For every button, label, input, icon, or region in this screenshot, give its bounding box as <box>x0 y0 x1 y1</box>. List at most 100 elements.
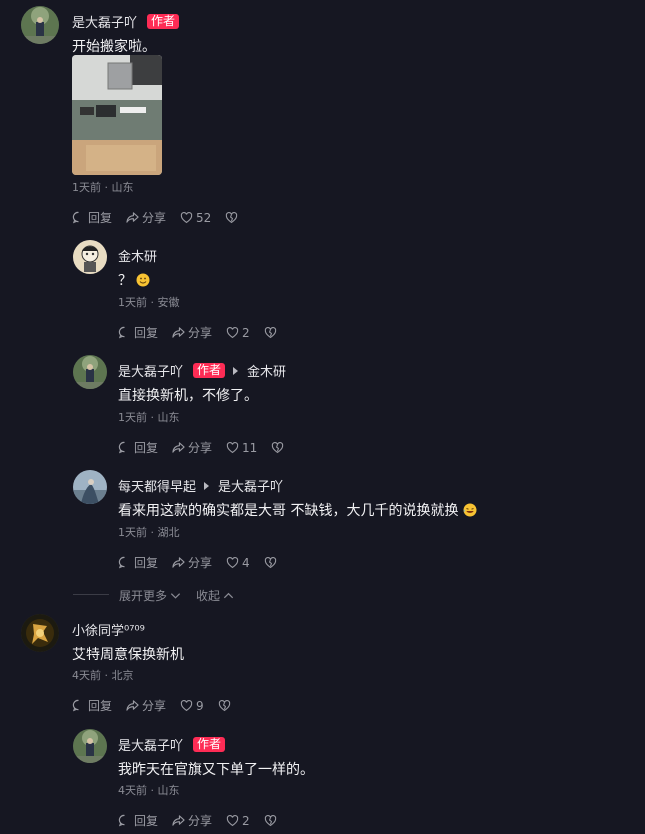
avatar[interactable] <box>21 614 59 652</box>
comment-text-content: ？ <box>118 273 132 289</box>
comment-text: 我昨天在官旗又下单了一样的。 <box>118 762 314 778</box>
username[interactable]: 每天都得早起 <box>118 476 196 495</box>
reply-to-username[interactable]: 是大磊子吖 <box>218 476 283 495</box>
like-button[interactable]: 4 <box>226 556 250 570</box>
reply-button[interactable]: 回复 <box>118 554 158 571</box>
comment-text: 直接换新机，不修了。 <box>118 388 258 404</box>
avatar[interactable] <box>73 470 107 504</box>
comment-meta: 1天前 · 山东 <box>118 411 180 424</box>
author-badge: 作者 <box>147 14 180 29</box>
avatar[interactable] <box>73 240 107 274</box>
username[interactable]: 是大磊子吖 <box>72 12 137 31</box>
dislike-button[interactable] <box>218 699 231 712</box>
username[interactable]: 金木研 <box>118 246 157 265</box>
heart-icon <box>226 441 239 454</box>
comment-icon <box>118 556 131 569</box>
comment-actions: 回复 分享 11 <box>118 439 284 456</box>
share-icon <box>172 814 185 827</box>
expand-more-label: 展开更多 <box>119 589 168 603</box>
reply-button[interactable]: 回复 <box>72 209 112 226</box>
dislike-button[interactable] <box>264 556 277 569</box>
author-badge: 作者 <box>193 737 226 752</box>
comment-icon <box>72 699 85 712</box>
reply-button[interactable]: 回复 <box>118 812 158 829</box>
comment-text: ？ <box>118 270 150 290</box>
share-button[interactable]: 分享 <box>172 554 212 571</box>
comment-header: 小徐同学⁰⁷⁰⁹ <box>72 620 145 639</box>
comment-icon <box>72 211 85 224</box>
comment-actions: 回复 分享 2 <box>118 324 277 341</box>
like-button[interactable]: 9 <box>180 699 204 713</box>
comment-actions: 回复 分享 52 <box>72 209 238 226</box>
like-count: 2 <box>242 813 250 828</box>
share-label: 分享 <box>188 326 213 340</box>
heart-icon <box>226 556 239 569</box>
comment-meta: 4天前 · 山东 <box>118 784 180 797</box>
username[interactable]: 是大磊子吖 <box>118 735 183 754</box>
reply-button[interactable]: 回复 <box>118 439 158 456</box>
comment-text: 艾特周意保换新机 <box>72 647 184 663</box>
comment-text: 开始搬家啦。 <box>72 39 156 55</box>
comment-header: 是大磊子吖 作者 <box>118 735 226 754</box>
like-count: 11 <box>242 440 258 455</box>
share-label: 分享 <box>142 699 167 713</box>
dislike-button[interactable] <box>225 211 238 224</box>
avatar[interactable] <box>73 729 107 763</box>
username[interactable]: 小徐同学⁰⁷⁰⁹ <box>72 620 145 639</box>
expand-more-button[interactable]: 展开更多 <box>119 587 182 604</box>
collapse-label: 收起 <box>196 589 221 603</box>
heart-icon <box>180 211 193 224</box>
like-button[interactable]: 52 <box>180 211 211 225</box>
reply-button[interactable]: 回复 <box>118 324 158 341</box>
comment-text-content: 看来用这款的确实都是大哥 不缺钱，大几千的说换就换 <box>118 503 459 519</box>
like-button[interactable]: 2 <box>226 814 250 828</box>
username[interactable]: 是大磊子吖 <box>118 361 183 380</box>
share-icon <box>126 699 139 712</box>
comment-image[interactable] <box>72 55 162 175</box>
share-label: 分享 <box>188 556 213 570</box>
laughing-emoji-icon <box>463 503 477 517</box>
heart-icon <box>226 814 239 827</box>
share-icon <box>172 556 185 569</box>
dislike-button[interactable] <box>264 814 277 827</box>
share-button[interactable]: 分享 <box>172 812 212 829</box>
broken-heart-icon <box>264 556 277 569</box>
share-button[interactable]: 分享 <box>126 697 166 714</box>
collapse-button[interactable]: 收起 <box>196 587 235 604</box>
reply-to-username[interactable]: 金木研 <box>247 361 286 380</box>
comment-actions: 回复 分享 9 <box>72 697 231 714</box>
comment-header: 是大磊子吖 作者 <box>72 12 180 31</box>
comment-meta: 1天前 · 湖北 <box>118 526 180 539</box>
share-label: 分享 <box>142 211 167 225</box>
share-icon <box>172 326 185 339</box>
dislike-button[interactable] <box>271 441 284 454</box>
dislike-button[interactable] <box>264 326 277 339</box>
share-button[interactable]: 分享 <box>126 209 166 226</box>
share-button[interactable]: 分享 <box>172 324 212 341</box>
reply-label: 回复 <box>88 699 113 713</box>
chevron-up-icon <box>222 589 235 602</box>
comment-actions: 回复 分享 4 <box>118 554 277 571</box>
comment-icon <box>118 441 131 454</box>
like-count: 4 <box>242 555 250 570</box>
like-button[interactable]: 2 <box>226 326 250 340</box>
reply-label: 回复 <box>88 211 113 225</box>
reply-button[interactable]: 回复 <box>72 697 112 714</box>
reply-label: 回复 <box>134 441 159 455</box>
thread-divider <box>73 594 109 595</box>
heart-icon <box>180 699 193 712</box>
comment-meta: 4天前 · 北京 <box>72 669 134 682</box>
comment-header: 金木研 <box>118 246 157 265</box>
chevron-down-icon <box>169 589 182 602</box>
comment-text: 看来用这款的确实都是大哥 不缺钱，大几千的说换就换 <box>118 500 477 520</box>
comment-icon <box>118 326 131 339</box>
smile-emoji-icon <box>136 273 150 287</box>
share-icon <box>172 441 185 454</box>
avatar[interactable] <box>73 355 107 389</box>
comment-meta: 1天前 · 山东 <box>72 181 134 194</box>
avatar[interactable] <box>21 6 59 44</box>
like-count: 2 <box>242 325 250 340</box>
comment-icon <box>118 814 131 827</box>
like-button[interactable]: 11 <box>226 441 257 455</box>
share-button[interactable]: 分享 <box>172 439 212 456</box>
